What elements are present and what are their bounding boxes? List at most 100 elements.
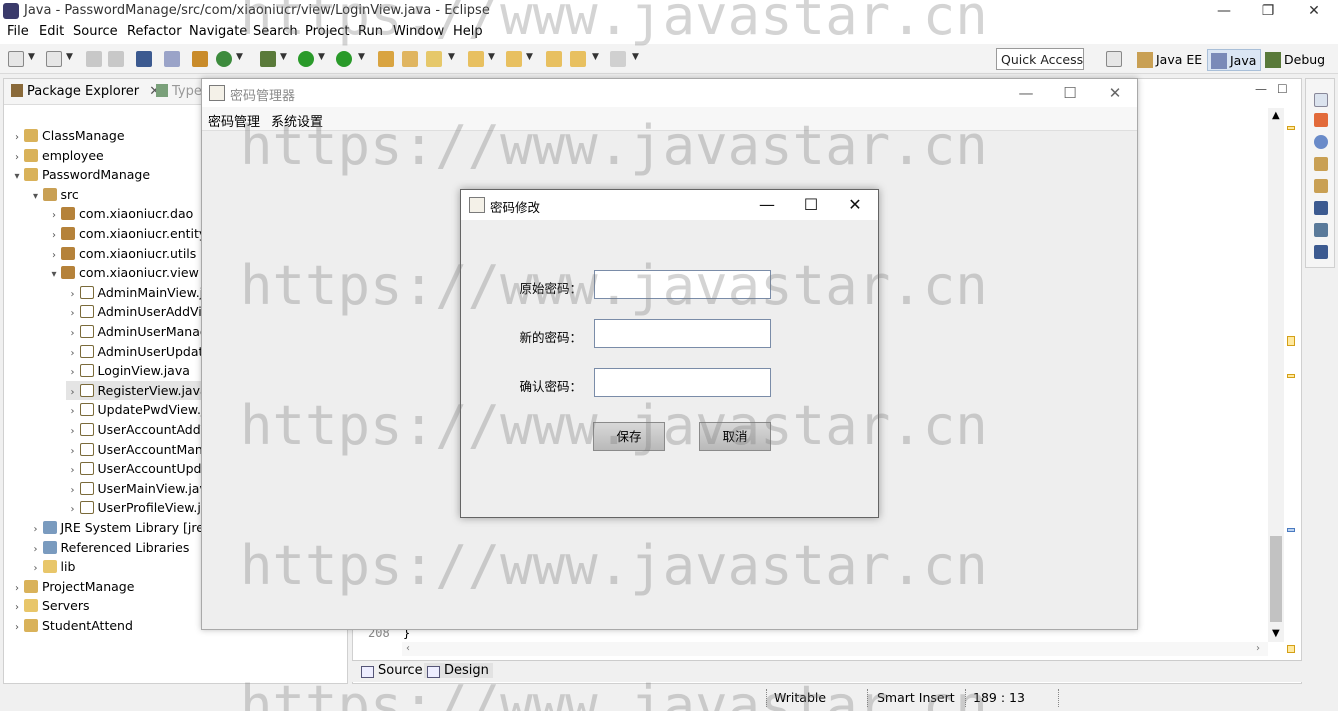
problems-icon[interactable] bbox=[1314, 245, 1328, 259]
hierarchy-icon[interactable] bbox=[1314, 223, 1328, 237]
restore-icon[interactable] bbox=[1314, 93, 1328, 107]
collapsed-arrow-icon[interactable]: › bbox=[66, 500, 80, 519]
collapsed-arrow-icon[interactable]: › bbox=[66, 422, 80, 441]
tree-item[interactable]: › AdminUserManag bbox=[66, 322, 208, 341]
tree-item[interactable]: › Referenced Libraries bbox=[29, 538, 190, 557]
forward-icon[interactable] bbox=[610, 51, 626, 67]
menu-system-settings[interactable]: 系统设置 bbox=[271, 111, 323, 130]
overview-marker[interactable] bbox=[1287, 126, 1295, 130]
run-icon[interactable] bbox=[298, 51, 314, 67]
tree-item[interactable]: › Servers bbox=[10, 596, 90, 615]
collapsed-arrow-icon[interactable]: › bbox=[10, 579, 24, 598]
menu-source[interactable]: Source bbox=[73, 24, 118, 39]
menu-file[interactable]: File bbox=[7, 24, 29, 39]
collapsed-arrow-icon[interactable]: › bbox=[29, 540, 43, 559]
save-all-icon[interactable] bbox=[108, 51, 124, 67]
tree-item[interactable]: › UserMainView.jav bbox=[66, 479, 207, 498]
collapsed-arrow-icon[interactable]: › bbox=[47, 206, 61, 225]
scroll-left-icon[interactable]: ‹ bbox=[406, 643, 410, 654]
scroll-up-icon[interactable]: ▲ bbox=[1272, 110, 1280, 121]
cancel-button[interactable]: 取消 bbox=[699, 422, 771, 451]
old-password-field[interactable] bbox=[594, 270, 771, 299]
tree-item[interactable]: › UserAccountMan bbox=[66, 440, 203, 459]
collapsed-arrow-icon[interactable]: › bbox=[66, 363, 80, 382]
menu-edit[interactable]: Edit bbox=[39, 24, 64, 39]
chevron-down-icon[interactable]: ▼ bbox=[358, 52, 365, 62]
tree-item[interactable]: › employee bbox=[10, 146, 104, 165]
tree-item[interactable]: › UserAccountUpda bbox=[66, 459, 210, 478]
chevron-down-icon[interactable]: ▼ bbox=[632, 52, 639, 62]
collapsed-arrow-icon[interactable]: › bbox=[47, 226, 61, 245]
close-icon[interactable]: ✕ bbox=[1302, 2, 1326, 20]
open-folder-icon[interactable] bbox=[402, 51, 418, 67]
new-class-icon[interactable] bbox=[216, 51, 232, 67]
tab-type-hierarchy[interactable]: Type bbox=[156, 84, 202, 99]
tree-item[interactable]: › lib bbox=[29, 557, 76, 576]
open-perspective-icon[interactable] bbox=[1106, 51, 1122, 67]
new-java-package-icon[interactable] bbox=[192, 51, 208, 67]
task-list-icon[interactable] bbox=[1314, 113, 1328, 127]
overview-marker[interactable] bbox=[1287, 645, 1295, 653]
tree-item[interactable]: › ProjectManage bbox=[10, 577, 134, 596]
collapsed-arrow-icon[interactable]: › bbox=[10, 598, 24, 617]
scrollbar-thumb[interactable] bbox=[1270, 536, 1282, 622]
tree-item[interactable]: ▾ src bbox=[29, 185, 79, 204]
outline-icon[interactable] bbox=[1314, 179, 1328, 193]
menu-help[interactable]: Help bbox=[453, 24, 483, 39]
collapsed-arrow-icon[interactable]: › bbox=[66, 324, 80, 343]
save-button[interactable]: 保存 bbox=[593, 422, 665, 451]
chevron-down-icon[interactable]: ▼ bbox=[28, 52, 35, 62]
overview-marker[interactable] bbox=[1287, 336, 1295, 346]
collapsed-arrow-icon[interactable]: › bbox=[66, 481, 80, 500]
perspective-java-ee[interactable]: Java EE bbox=[1134, 49, 1206, 71]
close-icon[interactable]: ✕ bbox=[843, 194, 867, 216]
tree-item[interactable]: › com.xiaoniucr.entity bbox=[47, 224, 206, 243]
next-annotation-icon[interactable] bbox=[468, 51, 484, 67]
collapsed-arrow-icon[interactable]: › bbox=[66, 285, 80, 304]
tree-item[interactable]: › AdminMainView.j bbox=[66, 283, 204, 302]
chevron-down-icon[interactable]: ▼ bbox=[236, 52, 243, 62]
editor-horizontal-scrollbar[interactable] bbox=[402, 642, 1268, 656]
editor-vertical-scrollbar[interactable] bbox=[1268, 108, 1284, 642]
tree-item[interactable]: › com.xiaoniucr.utils bbox=[47, 244, 196, 263]
collapsed-arrow-icon[interactable]: › bbox=[66, 442, 80, 461]
tree-item[interactable]: › AdminUserUpdat bbox=[66, 342, 204, 361]
confirm-password-field[interactable] bbox=[594, 368, 771, 397]
tree-item[interactable]: › ClassManage bbox=[10, 126, 125, 145]
collapsed-arrow-icon[interactable]: › bbox=[66, 402, 80, 421]
chevron-down-icon[interactable]: ▼ bbox=[318, 52, 325, 62]
minimize-editor-icon[interactable]: — bbox=[1255, 82, 1267, 96]
new-icon[interactable] bbox=[8, 51, 24, 67]
debug-icon[interactable] bbox=[260, 51, 276, 67]
collapsed-arrow-icon[interactable]: › bbox=[66, 304, 80, 323]
tree-item[interactable]: › LoginView.java bbox=[66, 361, 190, 380]
overview-marker[interactable] bbox=[1287, 374, 1295, 378]
previous-annotation-icon[interactable] bbox=[506, 51, 522, 67]
open-type-icon[interactable] bbox=[378, 51, 394, 67]
tree-item[interactable]: ▾ PasswordManage bbox=[10, 165, 150, 184]
menu-window[interactable]: Window bbox=[393, 24, 444, 39]
tab-source[interactable]: Source bbox=[358, 663, 423, 678]
console-icon[interactable] bbox=[136, 51, 152, 67]
menu-refactor[interactable]: Refactor bbox=[127, 24, 182, 39]
chevron-down-icon[interactable]: ▼ bbox=[488, 52, 495, 62]
menu-project[interactable]: Project bbox=[305, 24, 349, 39]
maximize-icon[interactable]: ☐ bbox=[799, 194, 823, 216]
declaration-icon[interactable] bbox=[1314, 157, 1328, 171]
maximize-editor-icon[interactable]: ☐ bbox=[1277, 82, 1288, 96]
tree-item[interactable]: › UserAccountAddV bbox=[66, 420, 210, 439]
skip-breakpoints-icon[interactable] bbox=[164, 51, 180, 67]
scroll-right-icon[interactable]: › bbox=[1256, 643, 1260, 654]
tree-item[interactable]: › UpdatePwdView.j bbox=[66, 400, 205, 419]
tree-item[interactable]: › StudentAttend bbox=[10, 616, 133, 635]
new-password-field[interactable] bbox=[594, 319, 771, 348]
collapsed-arrow-icon[interactable]: › bbox=[10, 618, 24, 637]
collapsed-arrow-icon[interactable]: › bbox=[10, 128, 24, 147]
tree-item[interactable]: ▾ com.xiaoniucr.view bbox=[47, 263, 198, 282]
tree-item[interactable]: › RegisterView.java bbox=[65, 380, 208, 400]
javadoc-icon[interactable] bbox=[1314, 135, 1328, 149]
collapsed-arrow-icon[interactable]: › bbox=[29, 559, 43, 578]
tree-item[interactable]: › UserProfileView.ja bbox=[66, 498, 209, 517]
console-icon[interactable] bbox=[1314, 201, 1328, 215]
chevron-down-icon[interactable]: ▼ bbox=[592, 52, 599, 62]
